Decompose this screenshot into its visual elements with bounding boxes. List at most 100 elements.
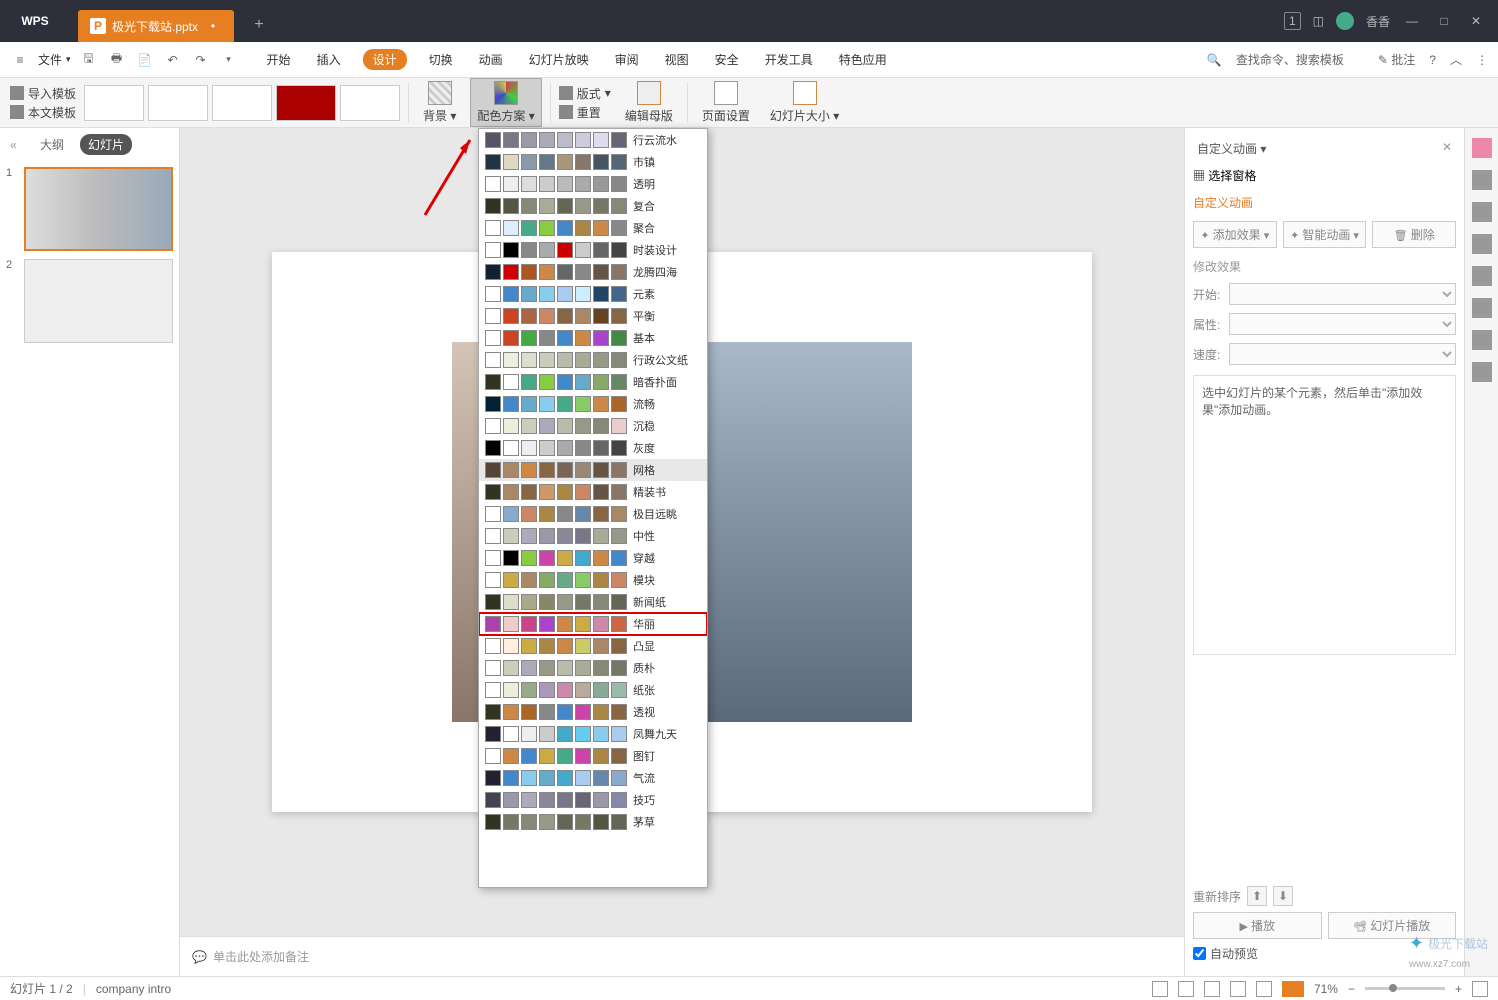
color-scheme-option[interactable]: 时装设计 bbox=[479, 239, 707, 261]
collapse-panel-icon[interactable]: « bbox=[10, 138, 24, 152]
zoom-level[interactable]: 71% bbox=[1314, 982, 1338, 996]
color-scheme-option[interactable]: 穿越 bbox=[479, 547, 707, 569]
color-scheme-option[interactable]: 中性 bbox=[479, 525, 707, 547]
color-scheme-option[interactable]: 流畅 bbox=[479, 393, 707, 415]
color-scheme-option[interactable]: 网格 bbox=[479, 459, 707, 481]
menu-tab-审阅[interactable]: 审阅 bbox=[611, 49, 643, 70]
slides-tab[interactable]: 幻灯片 bbox=[80, 134, 132, 155]
menu-tab-插入[interactable]: 插入 bbox=[313, 49, 345, 70]
badge-icon[interactable]: 1 bbox=[1284, 12, 1301, 30]
color-scheme-option[interactable]: 新闻纸 bbox=[479, 591, 707, 613]
property-select[interactable] bbox=[1229, 313, 1456, 335]
menu-tab-开发工具[interactable]: 开发工具 bbox=[761, 49, 817, 70]
slide-thumbnail[interactable]: 2 bbox=[6, 259, 173, 343]
side-tool-icon[interactable] bbox=[1472, 202, 1492, 222]
maximize-button[interactable]: □ bbox=[1434, 11, 1454, 31]
color-scheme-option[interactable]: 茅草 bbox=[479, 811, 707, 833]
template-thumb[interactable] bbox=[212, 85, 272, 121]
new-tab-button[interactable]: + bbox=[246, 12, 272, 38]
template-thumb[interactable] bbox=[276, 85, 336, 121]
image-placeholder[interactable] bbox=[692, 342, 912, 722]
notes-pane[interactable]: 💬 单击此处添加备注 bbox=[180, 936, 1184, 976]
color-scheme-option[interactable]: 市镇 bbox=[479, 151, 707, 173]
slide-preview[interactable] bbox=[24, 259, 173, 343]
hamburger-icon[interactable]: ≡ bbox=[10, 50, 30, 70]
color-scheme-option[interactable]: 龙腾四海 bbox=[479, 261, 707, 283]
zoom-slider[interactable] bbox=[1365, 987, 1445, 990]
collapse-ribbon-icon[interactable]: ︿ bbox=[1450, 51, 1462, 68]
search-box[interactable]: 查找命令、搜索模板 bbox=[1236, 51, 1344, 68]
side-tool-icon[interactable] bbox=[1472, 138, 1492, 158]
close-button[interactable]: ✕ bbox=[1466, 11, 1486, 31]
color-scheme-option[interactable]: 质朴 bbox=[479, 657, 707, 679]
color-scheme-option[interactable]: 模块 bbox=[479, 569, 707, 591]
minimize-button[interactable]: — bbox=[1402, 11, 1422, 31]
template-thumb[interactable] bbox=[148, 85, 208, 121]
redo-icon[interactable]: ↷ bbox=[191, 50, 211, 70]
color-scheme-option[interactable]: 复合 bbox=[479, 195, 707, 217]
undo-icon[interactable]: ↶ bbox=[163, 50, 183, 70]
start-select[interactable] bbox=[1229, 283, 1456, 305]
side-tool-icon[interactable] bbox=[1472, 170, 1492, 190]
slideshow-view-icon[interactable] bbox=[1282, 981, 1304, 997]
side-tool-icon[interactable] bbox=[1472, 266, 1492, 286]
sorter-view-icon[interactable] bbox=[1230, 981, 1246, 997]
menu-tab-特色应用[interactable]: 特色应用 bbox=[835, 49, 891, 70]
document-tab[interactable]: P 极光下载站.pptx • bbox=[78, 10, 234, 42]
side-tool-icon[interactable] bbox=[1472, 330, 1492, 350]
fit-icon[interactable] bbox=[1472, 981, 1488, 997]
qat-dropdown-icon[interactable]: ▾ bbox=[219, 50, 239, 70]
print-icon[interactable]: 🖶 bbox=[107, 50, 127, 70]
layout-button[interactable]: 版式 ▾ bbox=[559, 85, 611, 102]
color-scheme-button[interactable]: 配色方案 ▾ bbox=[470, 78, 541, 127]
color-scheme-option[interactable]: 华丽 bbox=[479, 613, 707, 635]
template-thumb[interactable] bbox=[340, 85, 400, 121]
menu-tab-开始[interactable]: 开始 bbox=[263, 49, 295, 70]
play-button[interactable]: ▶ 播放 bbox=[1193, 912, 1322, 939]
side-tool-icon[interactable] bbox=[1472, 298, 1492, 318]
color-scheme-option[interactable]: 行云流水 bbox=[479, 129, 707, 151]
import-template-button[interactable]: 导入模板 bbox=[10, 85, 76, 102]
reset-button[interactable]: 重置 bbox=[559, 104, 611, 121]
menu-tab-切换[interactable]: 切换 bbox=[425, 49, 457, 70]
color-scheme-option[interactable]: 行政公文纸 bbox=[479, 349, 707, 371]
menu-tab-设计[interactable]: 设计 bbox=[363, 49, 407, 70]
color-scheme-option[interactable]: 沉稳 bbox=[479, 415, 707, 437]
move-down-button[interactable]: ⬇ bbox=[1273, 886, 1293, 906]
color-scheme-option[interactable]: 元素 bbox=[479, 283, 707, 305]
background-button[interactable]: 背景 ▾ bbox=[417, 79, 462, 126]
color-scheme-option[interactable]: 暗香扑面 bbox=[479, 371, 707, 393]
zoom-out-icon[interactable]: − bbox=[1348, 982, 1355, 996]
side-tool-icon[interactable] bbox=[1472, 234, 1492, 254]
color-scheme-option[interactable]: 聚合 bbox=[479, 217, 707, 239]
template-gallery[interactable] bbox=[84, 85, 400, 121]
color-scheme-option[interactable]: 灰度 bbox=[479, 437, 707, 459]
menu-tab-动画[interactable]: 动画 bbox=[475, 49, 507, 70]
template-thumb[interactable] bbox=[84, 85, 144, 121]
color-scheme-option[interactable]: 平衡 bbox=[479, 305, 707, 327]
delete-button[interactable]: 🗑 删除 bbox=[1372, 221, 1456, 248]
menu-tab-视图[interactable]: 视图 bbox=[661, 49, 693, 70]
close-panel-icon[interactable]: ✕ bbox=[1442, 140, 1452, 157]
comments-button[interactable]: ✎ 批注 bbox=[1378, 51, 1415, 68]
color-scheme-option[interactable]: 精装书 bbox=[479, 481, 707, 503]
slide-thumbnail[interactable]: 1 bbox=[6, 167, 173, 251]
notes-view-icon[interactable] bbox=[1152, 981, 1168, 997]
comments-view-icon[interactable] bbox=[1178, 981, 1194, 997]
move-up-button[interactable]: ⬆ bbox=[1247, 886, 1267, 906]
help-icon[interactable]: ? bbox=[1429, 53, 1436, 67]
color-scheme-option[interactable]: 图钉 bbox=[479, 745, 707, 767]
slide-preview[interactable] bbox=[24, 167, 173, 251]
print-preview-icon[interactable]: 📄 bbox=[135, 50, 155, 70]
ribbon-options-icon[interactable]: ⋮ bbox=[1476, 53, 1488, 67]
add-effect-button[interactable]: ✦ 添加效果 ▾ bbox=[1193, 221, 1277, 248]
menu-tab-幻灯片放映[interactable]: 幻灯片放映 bbox=[525, 49, 593, 70]
color-scheme-option[interactable]: 技巧 bbox=[479, 789, 707, 811]
speed-select[interactable] bbox=[1229, 343, 1456, 365]
this-template-button[interactable]: 本文模板 bbox=[10, 104, 76, 121]
color-scheme-option[interactable]: 透视 bbox=[479, 701, 707, 723]
normal-view-icon[interactable] bbox=[1204, 981, 1220, 997]
reading-view-icon[interactable] bbox=[1256, 981, 1272, 997]
color-scheme-option[interactable]: 基本 bbox=[479, 327, 707, 349]
color-scheme-option[interactable]: 纸张 bbox=[479, 679, 707, 701]
